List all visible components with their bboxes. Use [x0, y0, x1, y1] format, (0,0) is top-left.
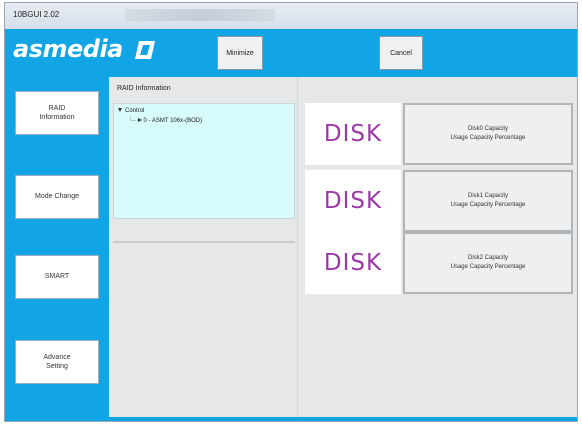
disk-row: DISK Disk1 Capacity Usage Capacity Perce… [305, 170, 573, 232]
logo-mark-icon [135, 41, 155, 59]
sidebar-item-advance-setting[interactable]: Advance Setting [15, 340, 99, 384]
disk-info-panel: Disk2 Capacity Usage Capacity Percentage [403, 232, 573, 294]
vertical-divider [297, 77, 298, 421]
disk-usage-text: Usage Capacity Percentage [450, 202, 526, 208]
disk-label: DISK [305, 103, 401, 165]
cancel-button[interactable]: Cancel [379, 36, 423, 70]
disk-label: DISK [305, 170, 401, 232]
disk-capacity-text: Disk0 Capacity [467, 126, 508, 133]
disk-label: DISK [305, 232, 401, 294]
raid-information-label: RAID Information [117, 85, 171, 92]
asmedia-logo: asmedia [13, 35, 159, 65]
sidebar-item-mode-change[interactable]: Mode Change [15, 175, 99, 219]
app-window: 10BGUI 2.02 asmedia Minimize Cancel RAID… [4, 2, 578, 422]
disk-usage-text: Usage Capacity Percentage [450, 264, 526, 270]
window-title: 10BGUI 2.02 [13, 10, 60, 19]
raid-tree-view[interactable]: Control └─ 0 - ASMT 106x-(BOD) [113, 103, 295, 219]
header-band: asmedia Minimize Cancel [5, 29, 577, 77]
sidebar: RAID Information Mode Change SMART Advan… [5, 77, 109, 421]
tree-node-disk[interactable]: └─ 0 - ASMT 106x-(BOD) [128, 118, 202, 124]
sidebar-item-raid-information[interactable]: RAID Information [15, 91, 99, 135]
disk-capacity-text: Disk1 Capacity [467, 193, 508, 200]
footer-band [5, 417, 577, 421]
disk-row: DISK Disk2 Capacity Usage Capacity Perce… [305, 232, 573, 294]
disk-info-panel: Disk0 Capacity Usage Capacity Percentage [403, 103, 573, 165]
disk-info-panel: Disk1 Capacity Usage Capacity Percentage [403, 170, 573, 232]
tree-node-disk-label: 0 - ASMT 106x-(BOD) [143, 118, 203, 124]
minimize-button[interactable]: Minimize [217, 36, 263, 70]
tree-connector: └─ [128, 118, 137, 124]
sidebar-item-smart[interactable]: SMART [15, 255, 99, 299]
title-bar: 10BGUI 2.02 [5, 3, 577, 30]
disk-capacity-text: Disk2 Capacity [467, 255, 508, 262]
disk-row: DISK Disk0 Capacity Usage Capacity Perce… [305, 103, 573, 165]
main-content: RAID Information Control └─ 0 - ASMT 106x… [109, 77, 577, 421]
title-bar-blurred-text [125, 9, 275, 21]
tree-node-control-label: Control [125, 108, 145, 114]
triangle-down-icon[interactable] [118, 108, 122, 113]
triangle-right-icon[interactable] [137, 118, 142, 123]
tree-node-control[interactable]: Control [118, 108, 144, 114]
logo-text: asmedia [13, 35, 123, 63]
panel-divider [113, 241, 295, 243]
disk-usage-text: Usage Capacity Percentage [450, 135, 526, 141]
